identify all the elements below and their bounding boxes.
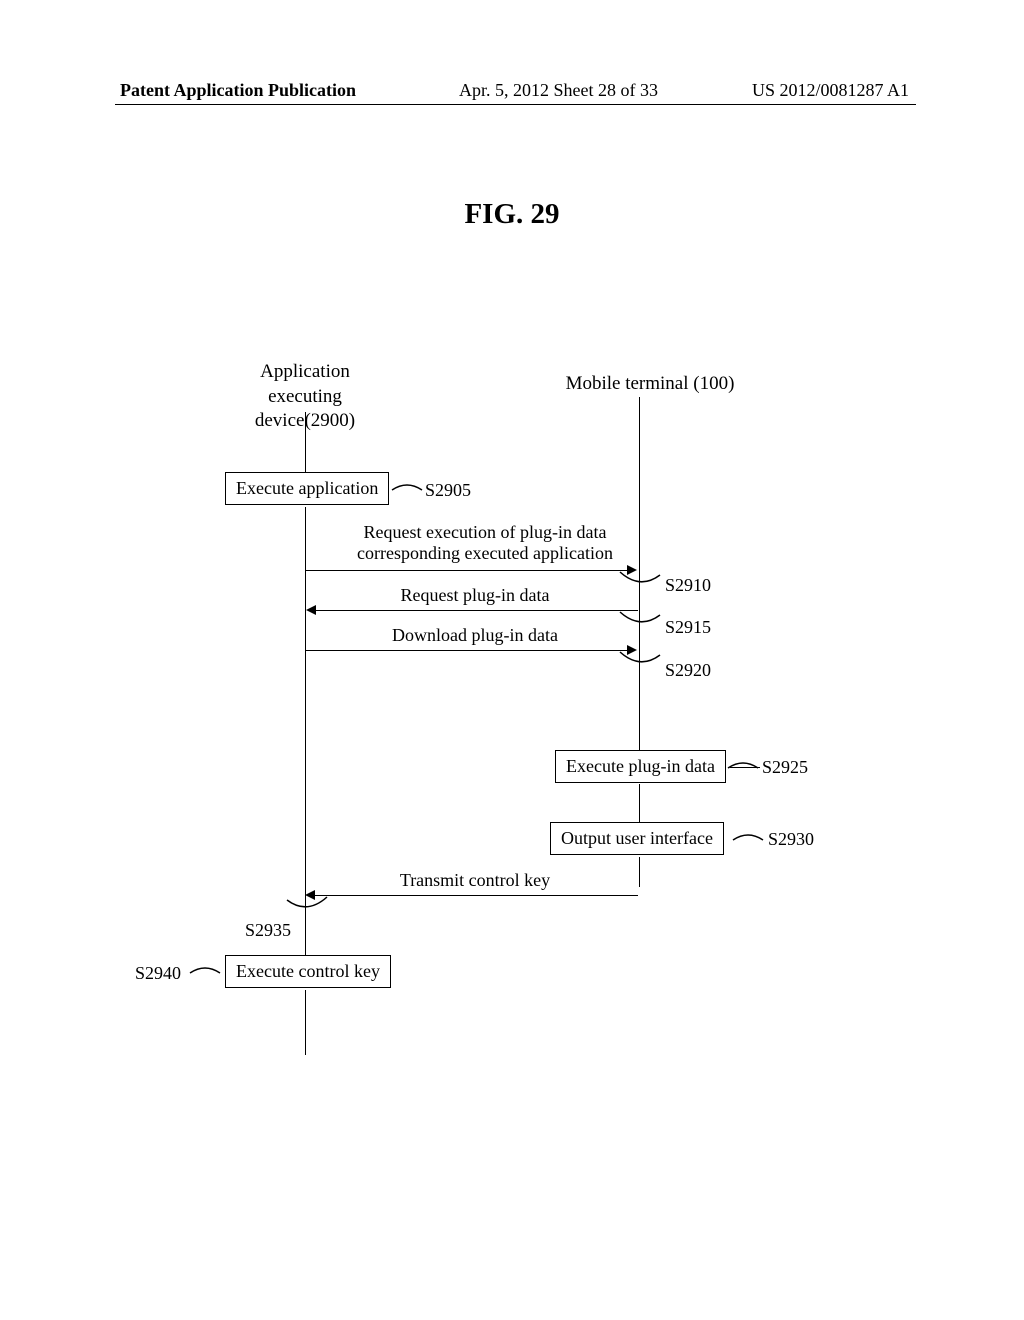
step-s2940: S2940 bbox=[135, 963, 181, 984]
step-s2935: S2935 bbox=[245, 920, 291, 941]
lifeline-right-3 bbox=[639, 857, 640, 887]
box-execute-application: Execute application bbox=[225, 472, 389, 505]
box-execute-control: Execute control key bbox=[225, 955, 391, 988]
step-s2905: S2905 bbox=[425, 480, 471, 501]
actor-right: Mobile terminal (100) bbox=[550, 372, 750, 397]
sequence-diagram: Application executing device(2900) Mobil… bbox=[0, 360, 1024, 1060]
figure-title: FIG. 29 bbox=[0, 198, 1024, 231]
leader-curve-s2940 bbox=[190, 963, 230, 983]
leader-s2920 bbox=[615, 650, 665, 675]
arrow-download-plugin bbox=[306, 650, 628, 651]
leader-curve-s2930 bbox=[733, 830, 773, 850]
arrow-request-plugin bbox=[314, 610, 638, 611]
lifeline-right-2 bbox=[639, 784, 640, 822]
lifeline-left-3 bbox=[305, 990, 306, 1055]
leader-s2910 bbox=[615, 570, 665, 595]
step-s2920: S2920 bbox=[665, 660, 711, 681]
header-right: US 2012/0081287 A1 bbox=[752, 80, 909, 101]
msg-transmit-control: Transmit control key bbox=[375, 870, 575, 891]
header-divider bbox=[115, 104, 916, 105]
header-left: Patent Application Publication bbox=[120, 80, 356, 101]
box-output-ui: Output user interface bbox=[550, 822, 724, 855]
step-s2930: S2930 bbox=[768, 829, 814, 850]
step-s2925: S2925 bbox=[762, 757, 808, 778]
lifeline-left-1 bbox=[305, 412, 306, 472]
leader-s2915 bbox=[615, 610, 665, 635]
box-execute-plugin: Execute plug-in data bbox=[555, 750, 726, 783]
actor-left-line1: Application executing bbox=[260, 361, 350, 407]
msg-request-execution-line1: Request execution of plug-in data bbox=[364, 522, 607, 542]
header-center: Apr. 5, 2012 Sheet 28 of 33 bbox=[459, 80, 658, 101]
step-s2915: S2915 bbox=[665, 617, 711, 638]
step-s2910: S2910 bbox=[665, 575, 711, 596]
page-header: Patent Application Publication Apr. 5, 2… bbox=[0, 80, 1024, 101]
msg-request-execution: Request execution of plug-in data corres… bbox=[330, 522, 640, 564]
arrow-request-execution bbox=[306, 570, 628, 571]
arrowhead-request-plugin bbox=[306, 605, 316, 615]
msg-download-plugin: Download plug-in data bbox=[360, 625, 590, 646]
leader-s2935 bbox=[282, 895, 332, 920]
msg-request-execution-line2: corresponding executed application bbox=[357, 543, 613, 563]
lifeline-left-2 bbox=[305, 507, 306, 955]
msg-request-plugin: Request plug-in data bbox=[360, 585, 590, 606]
arrow-transmit-control bbox=[313, 895, 638, 896]
